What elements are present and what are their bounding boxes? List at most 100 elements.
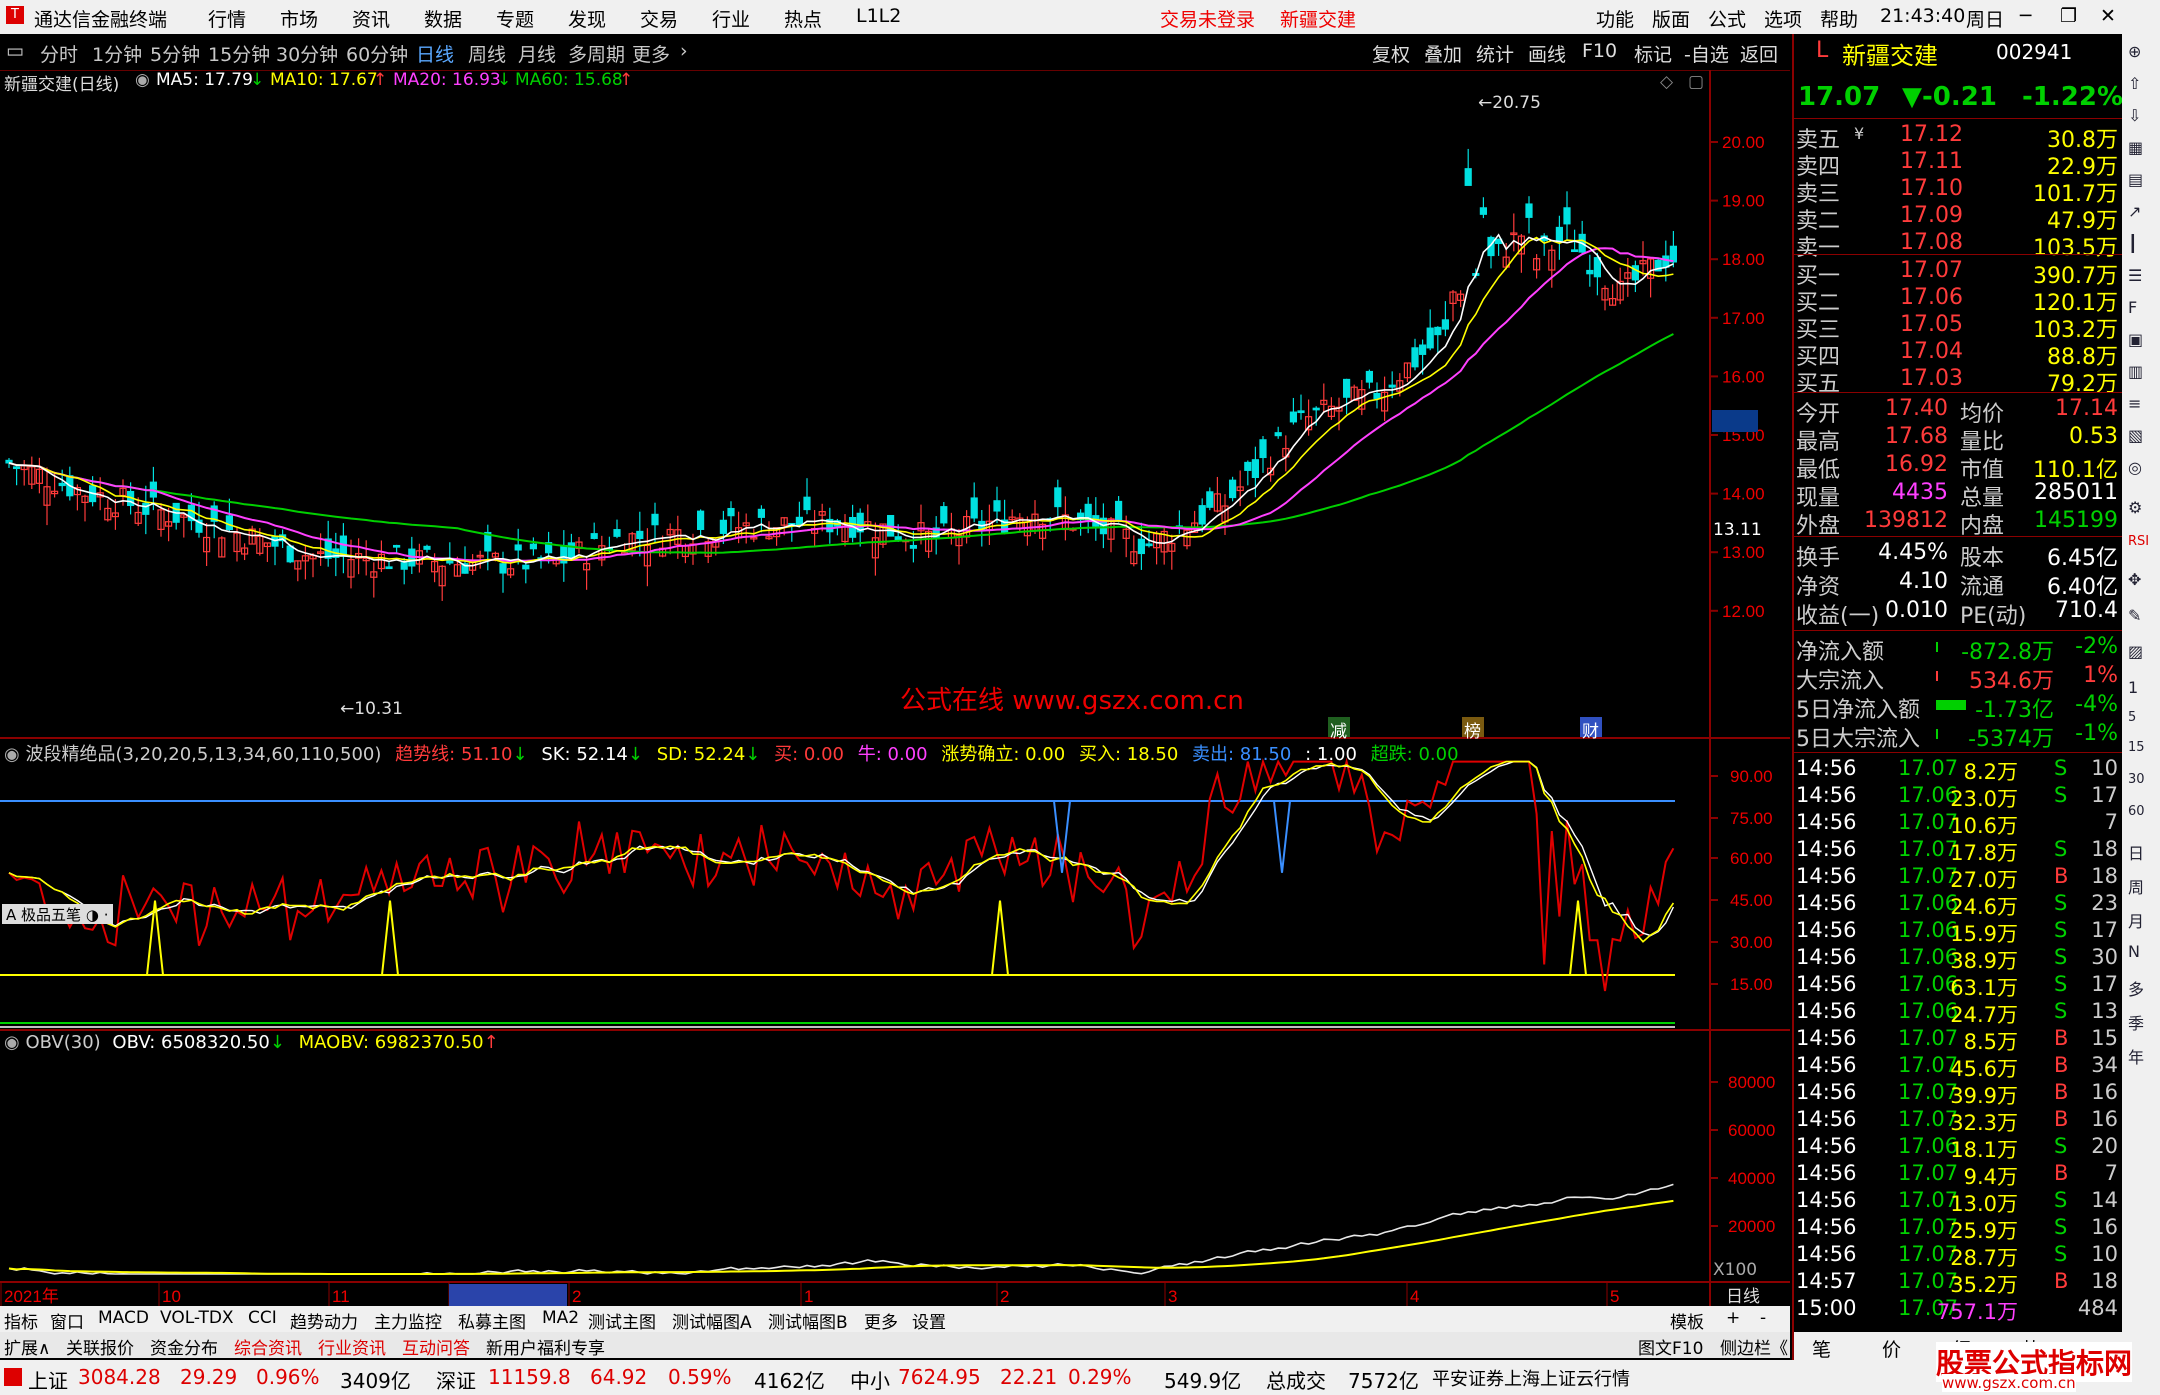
indicator1-name[interactable]: 波段精绝品(3,20,20,5,13,34,60,110,500) <box>25 744 381 765</box>
f2-icon[interactable]: ▧ <box>2128 426 2143 445</box>
period-15min[interactable]: 15分钟 <box>208 40 270 67</box>
menu-quote[interactable]: 行情 <box>208 5 246 32</box>
side-weekly[interactable]: 周 <box>2128 874 2144 898</box>
ask-price[interactable]: 17.12 <box>1900 122 1963 147</box>
tab-window[interactable]: 窗口 <box>50 1308 84 1333</box>
window-box-icon[interactable]: ▢ <box>1688 72 1704 92</box>
tab-macd[interactable]: MACD <box>98 1308 149 1328</box>
period-1min[interactable]: 1分钟 <box>92 40 142 67</box>
tab-fund-distribution[interactable]: 资金分布 <box>150 1334 218 1359</box>
bid-price[interactable]: 17.04 <box>1900 339 1963 364</box>
sh-label[interactable]: 上证 <box>28 1365 68 1394</box>
number-60-icon[interactable]: 60 <box>2128 804 2145 819</box>
stack-icon[interactable]: ≡ <box>2128 394 2141 413</box>
close-window-icon[interactable]: ✕ <box>2100 5 2116 27</box>
bid-price[interactable]: 17.03 <box>1900 366 1963 391</box>
tab-test-a[interactable]: 测试幅图A <box>672 1308 752 1333</box>
side-monthly[interactable]: 月 <box>2128 908 2144 932</box>
tool-icon-1[interactable]: ⊕ <box>2128 42 2141 61</box>
tab-cci[interactable]: CCI <box>248 1308 277 1328</box>
indicator2-expand-icon[interactable]: ◉ <box>4 1032 20 1053</box>
tab-trend-power[interactable]: 趋势动力 <box>290 1308 358 1333</box>
chart-area[interactable]: 20.00 19.00 18.00 17.00 16.00 15.00 14.00 13.00… <box>0 70 1790 1306</box>
add-panel-button[interactable]: + <box>1726 1308 1740 1328</box>
stock-name[interactable]: 新疆交建 <box>1842 36 1938 71</box>
tab-template[interactable]: 模板 <box>1670 1308 1704 1333</box>
chevron-right-icon[interactable]: › <box>680 40 688 62</box>
side-quarter[interactable]: 季 <box>2128 1010 2144 1034</box>
stock-link[interactable]: 新疆交建 <box>1280 5 1356 32</box>
period-60min[interactable]: 60分钟 <box>346 40 408 67</box>
tool-stats[interactable]: 统计 <box>1476 40 1514 67</box>
broker-name[interactable]: 平安证券上海上证云行情 <box>1432 1365 1630 1391</box>
number-15-icon[interactable]: 15 <box>2128 740 2145 755</box>
minimize-window-icon[interactable]: ─ <box>2020 5 2031 27</box>
moon-icon[interactable]: ◑ <box>86 906 99 924</box>
dot-icon[interactable]: · <box>104 906 109 924</box>
diamond-icon[interactable]: ◇ <box>1660 72 1673 92</box>
ask-price[interactable]: 17.09 <box>1900 203 1963 228</box>
table-icon[interactable]: ▤ <box>2128 170 2143 189</box>
ask-price[interactable]: 17.08 <box>1900 230 1963 255</box>
tab-new-user-bonus[interactable]: 新用户福利专享 <box>486 1334 605 1359</box>
list-icon[interactable]: ☰ <box>2128 266 2142 285</box>
target-icon[interactable]: ◎ <box>2128 458 2142 477</box>
zx-label[interactable]: 中小 <box>850 1365 890 1394</box>
side-daily[interactable]: 日 <box>2128 840 2144 864</box>
pen-a-icon[interactable]: A <box>6 906 16 924</box>
bid-price[interactable]: 17.07 <box>1900 258 1963 283</box>
menu-data[interactable]: 数据 <box>424 5 462 32</box>
tab-settings[interactable]: 设置 <box>912 1308 946 1333</box>
indicator1-expand-icon[interactable]: ◉ <box>4 744 20 765</box>
arrow-up-icon[interactable]: ⇧ <box>2128 74 2141 93</box>
tab-more[interactable]: 更多 <box>864 1308 898 1333</box>
marker-finance[interactable]: 财 <box>1582 717 1599 742</box>
side-n[interactable]: N <box>2128 942 2140 961</box>
tool-draw-line[interactable]: 画线 <box>1528 40 1566 67</box>
menu-formula[interactable]: 公式 <box>1708 5 1746 32</box>
remove-panel-button[interactable]: - <box>1760 1308 1766 1328</box>
tab-related-quote[interactable]: 关联报价 <box>66 1334 134 1359</box>
bid-price[interactable]: 17.05 <box>1900 312 1963 337</box>
fund-icon[interactable]: F <box>2128 298 2137 317</box>
tab-sidebar[interactable]: 侧边栏《 <box>1720 1334 1788 1359</box>
menu-hot[interactable]: 热点 <box>784 5 822 32</box>
doc-icon[interactable]: ▣ <box>2128 330 2143 349</box>
menu-news[interactable]: 资讯 <box>352 5 390 32</box>
tab-industry-news[interactable]: 行业资讯 <box>318 1334 386 1359</box>
menu-layout[interactable]: 版面 <box>1652 5 1690 32</box>
line-chart-icon[interactable]: ↗ <box>2128 202 2141 221</box>
indicator2-name[interactable]: OBV(30) <box>25 1032 100 1053</box>
pen-tool-box[interactable]: A 极品五笔 ◑ · <box>2 904 113 924</box>
ask-price[interactable]: 17.11 <box>1900 149 1963 174</box>
rsi-icon[interactable]: RSI <box>2128 534 2149 549</box>
side-multi[interactable]: 多 <box>2128 976 2144 1000</box>
menu-industry[interactable]: 行业 <box>712 5 750 32</box>
number-5-icon[interactable]: 5 <box>2128 710 2136 725</box>
period-weekly[interactable]: 周线 <box>468 40 506 67</box>
chart-menu-icon[interactable]: ▭ <box>6 40 24 62</box>
marker-rank[interactable]: 榜 <box>1464 717 1481 742</box>
number-30-icon[interactable]: 30 <box>2128 772 2145 787</box>
fs-icon[interactable]: ▨ <box>2128 642 2143 661</box>
tool-watchlist[interactable]: -自选 <box>1684 40 1729 67</box>
tab-indicator[interactable]: 指标 <box>4 1308 38 1333</box>
tool-overlay[interactable]: 叠加 <box>1424 40 1462 67</box>
page-icon[interactable]: ▥ <box>2128 362 2143 381</box>
period-multi[interactable]: 多周期 <box>568 40 625 67</box>
menu-options[interactable]: 选项 <box>1764 5 1802 32</box>
menu-market[interactable]: 市场 <box>280 5 318 32</box>
tab-general-news[interactable]: 综合资讯 <box>234 1334 302 1359</box>
number-1-icon[interactable]: 1 <box>2128 678 2138 697</box>
period-5min[interactable]: 5分钟 <box>150 40 200 67</box>
menu-discover[interactable]: 发现 <box>568 5 606 32</box>
tab-f10[interactable]: 图文F10 <box>1638 1334 1703 1359</box>
period-intraday[interactable]: 分时 <box>40 40 78 67</box>
period-monthly[interactable]: 月线 <box>518 40 556 67</box>
arrow-down-icon[interactable]: ⇩ <box>2128 106 2141 125</box>
ask-price[interactable]: 17.10 <box>1900 176 1963 201</box>
tab-ma2[interactable]: MA2 <box>542 1308 579 1328</box>
menu-function[interactable]: 功能 <box>1596 5 1634 32</box>
tool-mark[interactable]: 标记 <box>1634 40 1672 67</box>
marker-reduce[interactable]: 减 <box>1330 717 1347 742</box>
